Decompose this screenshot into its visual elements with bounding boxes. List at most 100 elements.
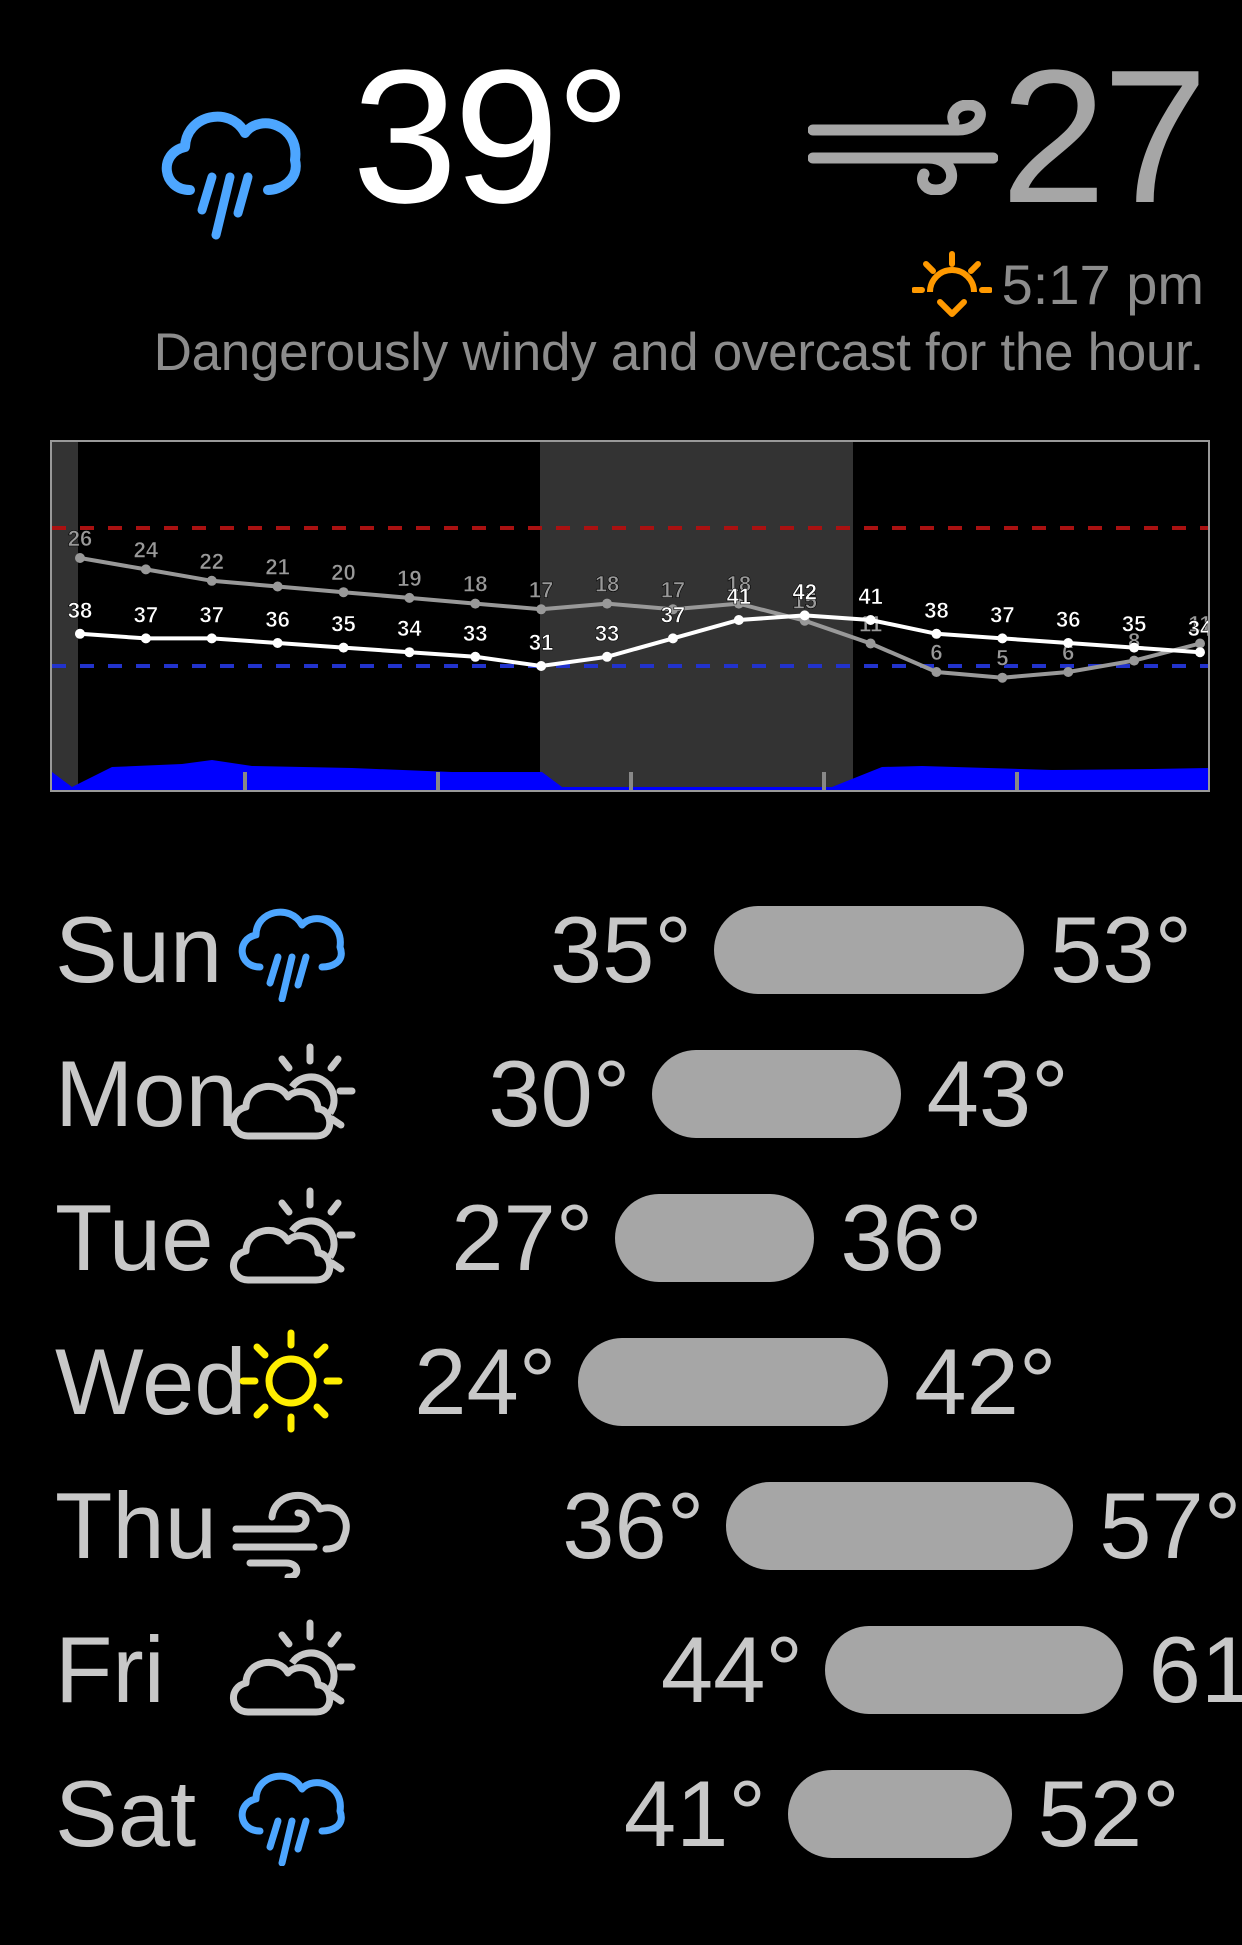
chart-label-feels: 18 xyxy=(595,572,619,597)
low-temperature: 41° xyxy=(623,1761,766,1866)
chart-point-temp xyxy=(1063,638,1074,648)
chart-point-temp xyxy=(338,642,349,653)
current-temperature: 39° xyxy=(352,31,631,243)
forecast-row-thu[interactable]: Thu 36° 57° xyxy=(0,1471,1242,1581)
chart-label-temp: 35 xyxy=(1122,612,1146,637)
high-temperature: 61° xyxy=(1148,1617,1242,1722)
forecast-row-tue[interactable]: Tue 27° 36° xyxy=(0,1183,1242,1293)
chart-label-temp: 37 xyxy=(134,602,158,627)
chart-point-feels xyxy=(931,667,942,677)
forecast-row-sun[interactable]: Sun 35° 53° xyxy=(0,895,1242,1005)
forecast-row-mon[interactable]: Mon 30° 43° xyxy=(0,1039,1242,1149)
chart-label-temp: 41 xyxy=(727,584,751,609)
low-temperature: 30° xyxy=(488,1041,631,1146)
chart-label-temp: 38 xyxy=(924,598,948,623)
rain-icon xyxy=(226,1761,356,1867)
temperature-range-bar xyxy=(824,1626,1123,1714)
weather-screen: 39° 27 5:17 pm Dangerously windy and ove… xyxy=(0,0,1242,1945)
temperature-range-bar xyxy=(652,1050,901,1138)
partly-cloudy-icon xyxy=(226,1041,356,1146)
chart-point-feels xyxy=(536,604,547,615)
chart-point-temp xyxy=(1195,647,1205,658)
high-temperature: 42° xyxy=(914,1329,1057,1434)
chart-point-temp xyxy=(1129,642,1140,653)
chart-point-temp xyxy=(997,633,1008,644)
chart-label-feels: 5 xyxy=(996,646,1008,671)
forecast-row-sat[interactable]: Sat 41° 52° xyxy=(0,1759,1242,1869)
chart-label-temp: 34 xyxy=(397,616,422,641)
chart-point-temp xyxy=(272,638,283,648)
temperature-range-bar xyxy=(787,1770,1012,1858)
chart-label-temp: 33 xyxy=(595,621,619,646)
chart-point-temp xyxy=(733,615,744,625)
low-temperature: 35° xyxy=(549,897,692,1002)
chart-point-temp xyxy=(602,651,613,662)
partly-cloudy-icon xyxy=(226,1617,356,1722)
chart-label-temp: 37 xyxy=(990,602,1014,627)
chart-label-feels: 17 xyxy=(529,577,553,602)
chart-label-temp: 34 xyxy=(1188,616,1208,641)
chart-label-temp: 42 xyxy=(792,579,816,604)
high-temperature: 53° xyxy=(1049,897,1193,1002)
chart-point-temp xyxy=(206,633,217,644)
day-name: Fri xyxy=(55,1617,165,1722)
chart-label-temp: 41 xyxy=(858,584,882,609)
chart-point-temp xyxy=(75,628,85,639)
rain-icon xyxy=(161,111,301,240)
day-name: Wed xyxy=(55,1329,247,1434)
chart-label-feels: 18 xyxy=(463,572,487,597)
chart-point-feels xyxy=(997,672,1008,683)
temperature-range-bar xyxy=(714,906,1024,994)
day-name: Sat xyxy=(55,1761,197,1866)
sunset-info: 5:17 pm xyxy=(911,250,1204,318)
chart-label-temp: 36 xyxy=(265,607,289,632)
chart-label-temp: 37 xyxy=(661,602,685,627)
hourly-chart[interactable]: 2624222120191817181718151165681138373736… xyxy=(50,440,1210,792)
chart-point-feels xyxy=(140,564,151,575)
chart-label-temp: 35 xyxy=(331,612,355,637)
chart-point-feels xyxy=(470,598,481,609)
chart-label-feels: 22 xyxy=(200,549,224,574)
temperature-range-bar xyxy=(615,1194,815,1282)
low-temperature: 24° xyxy=(414,1329,557,1434)
chart-point-feels xyxy=(865,638,876,649)
partly-cloudy-icon xyxy=(226,1185,356,1290)
sunset-icon xyxy=(911,251,992,317)
chart-label-feels: 17 xyxy=(661,577,685,602)
chart-point-temp xyxy=(931,628,942,639)
chart-point-feels xyxy=(338,587,349,598)
high-temperature: 57° xyxy=(1099,1473,1242,1578)
sunset-time: 5:17 pm xyxy=(1001,252,1204,316)
chart-label-feels: 24 xyxy=(134,537,159,562)
chart-label-temp: 38 xyxy=(68,598,92,623)
forecast-row-wed[interactable]: Wed 24° 42° xyxy=(0,1327,1242,1437)
wind-icon xyxy=(808,100,998,195)
chart-point-feels xyxy=(602,598,613,609)
forecast-row-fri[interactable]: Fri 44° 61° xyxy=(0,1615,1242,1725)
chart-point-feels xyxy=(1129,655,1140,666)
day-name: Sun xyxy=(55,897,223,1002)
chart-point-temp xyxy=(799,610,810,621)
rain-icon xyxy=(226,897,356,1003)
chart-point-feels xyxy=(404,592,415,603)
low-temperature: 27° xyxy=(451,1185,594,1290)
chart-label-temp: 36 xyxy=(1056,607,1080,632)
wind-cloud-icon xyxy=(226,1473,356,1581)
low-temperature: 44° xyxy=(660,1617,803,1722)
chart-label-temp: 37 xyxy=(200,602,224,627)
low-temperature: 36° xyxy=(562,1473,705,1578)
chart-label-feels: 26 xyxy=(68,526,92,551)
chart-point-temp xyxy=(140,633,151,644)
day-name: Mon xyxy=(55,1041,238,1146)
chart-point-feels xyxy=(1063,667,1074,677)
chart-label-temp: 33 xyxy=(463,621,487,646)
chart-point-temp xyxy=(404,647,415,658)
chart-label-feels: 6 xyxy=(930,640,942,665)
hourly-summary: Dangerously windy and overcast for the h… xyxy=(153,323,1205,382)
temperature-range-bar xyxy=(726,1482,1074,1570)
wind-speed: 27 xyxy=(1000,31,1208,243)
high-temperature: 52° xyxy=(1037,1761,1180,1866)
chart-label-feels: 21 xyxy=(265,555,289,580)
hourly-chart-svg: 2624222120191817181718151165681138373736… xyxy=(52,442,1208,790)
chart-point-temp xyxy=(470,651,481,662)
